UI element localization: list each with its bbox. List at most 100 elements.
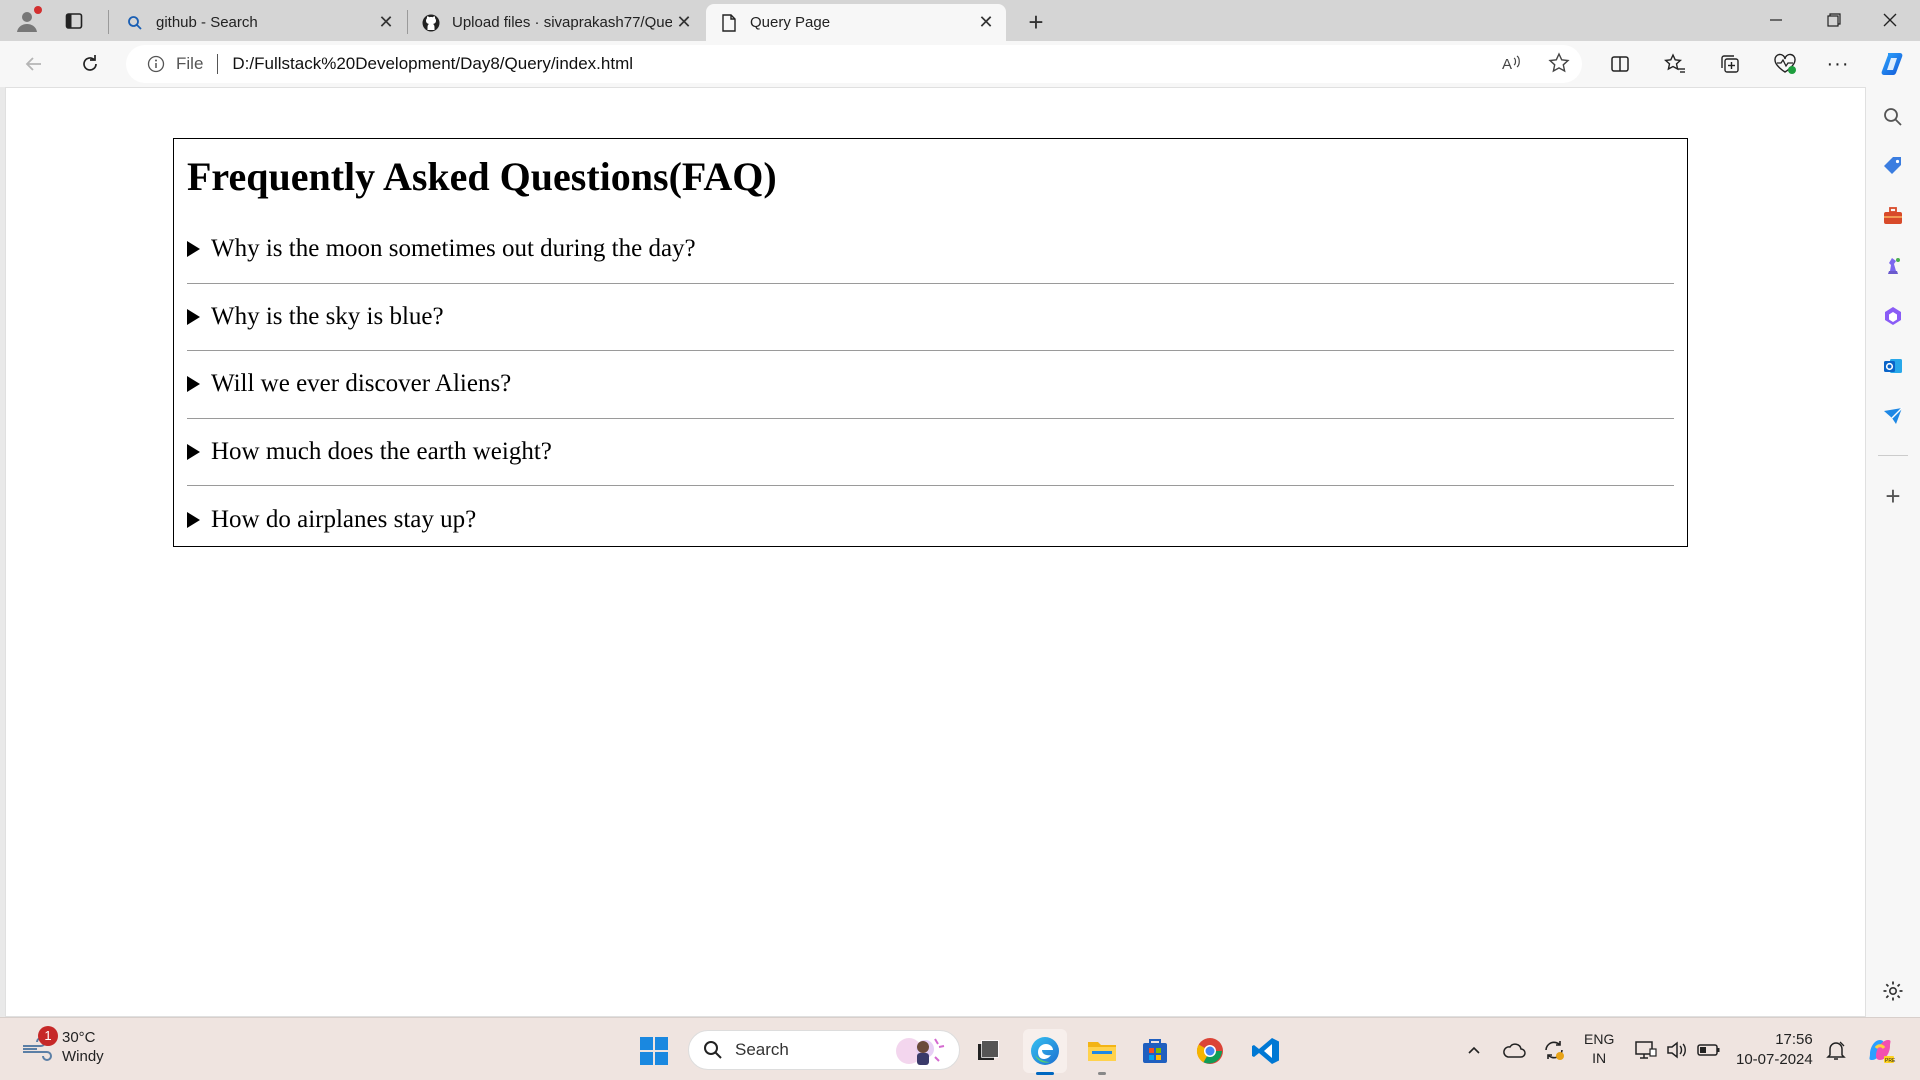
split-screen-button[interactable] bbox=[1604, 48, 1636, 80]
outlook-icon bbox=[1884, 359, 1902, 373]
faq-question[interactable]: How much does the earth weight? bbox=[187, 419, 1674, 486]
windows-taskbar: 1 30°C Windy Search ENG IN 17:56 10-07-2… bbox=[0, 1017, 1920, 1080]
active-app-indicator bbox=[1036, 1072, 1054, 1075]
tab-title: Upload files · sivaprakash77/Que bbox=[452, 14, 672, 31]
faq-question[interactable]: Why is the sky is blue? bbox=[187, 284, 1674, 351]
battery-icon bbox=[1697, 1044, 1720, 1056]
faq-question[interactable]: Will we ever discover Aliens? bbox=[187, 351, 1674, 419]
refresh-button[interactable] bbox=[74, 48, 106, 80]
svg-text:PRE: PRE bbox=[1885, 1058, 1896, 1064]
taskbar-clock[interactable]: 17:56 10-07-2024 bbox=[1736, 1030, 1813, 1070]
url-text[interactable]: D:/Fullstack%20Development/Day8/Query/in… bbox=[232, 54, 633, 74]
show-hidden-icons-button[interactable] bbox=[1462, 1034, 1486, 1066]
taskbar-store[interactable] bbox=[1133, 1029, 1177, 1073]
weather-condition: Windy bbox=[62, 1048, 104, 1065]
sidebar-shopping-button[interactable] bbox=[1879, 152, 1907, 180]
heart-pulse-icon bbox=[1774, 53, 1796, 74]
search-icon bbox=[704, 1041, 722, 1059]
sidebar-outlook-button[interactable] bbox=[1879, 352, 1907, 380]
profile-button[interactable] bbox=[12, 6, 42, 36]
svg-text:A: A bbox=[1502, 56, 1512, 73]
tab-query-page[interactable]: Query Page ✕ bbox=[706, 4, 1006, 41]
info-icon[interactable] bbox=[146, 54, 166, 74]
close-icon[interactable]: ✕ bbox=[974, 11, 998, 35]
region-code: IN bbox=[1592, 1050, 1607, 1066]
monitor-network-icon bbox=[1635, 1041, 1657, 1059]
network-button[interactable] bbox=[1632, 1034, 1660, 1066]
minimize-button[interactable] bbox=[1748, 0, 1804, 40]
plus-icon: + bbox=[1885, 480, 1901, 511]
sidebar-m365-button[interactable] bbox=[1879, 302, 1907, 330]
faq-question[interactable]: How do airplanes stay up? bbox=[187, 486, 1674, 554]
windows-logo-icon bbox=[640, 1037, 668, 1065]
copilot-icon: PRE bbox=[1869, 1040, 1896, 1064]
disclosure-triangle-icon bbox=[187, 443, 200, 460]
taskbar-edge[interactable] bbox=[1023, 1029, 1067, 1073]
sidebar-search-button[interactable] bbox=[1879, 103, 1907, 131]
address-bar[interactable]: File D:/Fullstack%20Development/Day8/Que… bbox=[126, 45, 1582, 83]
sidebar-settings-button[interactable] bbox=[1879, 977, 1907, 1005]
more-icon: ··· bbox=[1826, 52, 1850, 75]
chevron-up-icon bbox=[1468, 1046, 1480, 1054]
sidebar-divider bbox=[1878, 455, 1908, 456]
disclosure-triangle-icon bbox=[187, 308, 200, 325]
language-indicator[interactable]: ENG IN bbox=[1584, 1030, 1614, 1068]
tab-actions-icon bbox=[65, 13, 83, 29]
taskbar-chrome[interactable] bbox=[1188, 1029, 1232, 1073]
sidebar-add-button[interactable]: + bbox=[1879, 480, 1907, 511]
faq-question-text: Will we ever discover Aliens? bbox=[211, 370, 512, 398]
taskbar-search-placeholder: Search bbox=[735, 1040, 789, 1059]
tab-github-search[interactable]: github - Search ✕ bbox=[112, 4, 406, 41]
sidebar-send-button[interactable] bbox=[1879, 402, 1907, 430]
faq-question-text: How much does the earth weight? bbox=[211, 437, 552, 465]
clock-time: 17:56 bbox=[1775, 1031, 1813, 1048]
tab-upload-files[interactable]: Upload files · sivaprakash77/Que ✕ bbox=[408, 4, 704, 41]
notifications-button[interactable] bbox=[1822, 1034, 1850, 1066]
faq-question-text: How do airplanes stay up? bbox=[211, 505, 477, 533]
taskbar-vscode[interactable] bbox=[1244, 1029, 1288, 1073]
vscode-icon bbox=[1252, 1038, 1279, 1064]
tab-title: github - Search bbox=[156, 14, 258, 31]
tab-strip: github - Search ✕ Upload files · sivapra… bbox=[0, 0, 1920, 41]
sync-button[interactable] bbox=[1540, 1034, 1568, 1066]
shopping-tag-icon bbox=[1884, 157, 1901, 174]
close-window-button[interactable] bbox=[1862, 0, 1918, 40]
close-icon[interactable]: ✕ bbox=[672, 11, 696, 35]
collections-button[interactable] bbox=[1714, 48, 1746, 80]
cloud-icon bbox=[1503, 1043, 1526, 1058]
close-icon[interactable]: ✕ bbox=[374, 11, 398, 35]
sidebar-tools-button[interactable] bbox=[1879, 202, 1907, 230]
taskbar-file-explorer[interactable] bbox=[1080, 1029, 1124, 1073]
language-code: ENG bbox=[1584, 1031, 1615, 1047]
minimize-icon bbox=[1770, 19, 1782, 21]
folder-icon bbox=[1088, 1042, 1116, 1061]
volume-button[interactable] bbox=[1662, 1034, 1690, 1066]
favorite-star-icon[interactable] bbox=[1548, 52, 1570, 79]
search-highlight-icon bbox=[896, 1038, 945, 1065]
start-button[interactable] bbox=[632, 1029, 676, 1073]
disclosure-triangle-icon bbox=[187, 511, 200, 528]
search-icon bbox=[126, 14, 144, 32]
tab-actions-button[interactable] bbox=[62, 9, 86, 33]
back-arrow-icon bbox=[25, 57, 41, 71]
restore-button[interactable] bbox=[1806, 0, 1862, 40]
settings-more-button[interactable]: ··· bbox=[1822, 48, 1854, 80]
battery-button[interactable] bbox=[1694, 1034, 1724, 1066]
read-aloud-icon[interactable]: A bbox=[1500, 52, 1522, 79]
address-actions: A bbox=[1500, 52, 1570, 79]
copilot-button[interactable] bbox=[1877, 48, 1909, 80]
copilot-taskbar-button[interactable]: PRE bbox=[1862, 1034, 1898, 1066]
sidebar-games-button[interactable] bbox=[1879, 252, 1907, 280]
taskbar-search[interactable]: Search bbox=[688, 1030, 960, 1070]
close-icon bbox=[1883, 13, 1897, 27]
onedrive-button[interactable] bbox=[1500, 1034, 1528, 1066]
browser-essentials-button[interactable] bbox=[1769, 48, 1801, 80]
search-icon bbox=[1884, 108, 1902, 126]
weather-widget[interactable]: 1 30°C Windy bbox=[20, 1026, 104, 1066]
task-view-button[interactable] bbox=[966, 1029, 1010, 1073]
plus-icon: + bbox=[1028, 6, 1044, 37]
favorites-button[interactable] bbox=[1659, 48, 1691, 80]
back-button[interactable] bbox=[18, 48, 50, 80]
new-tab-button[interactable]: + bbox=[1020, 6, 1052, 38]
faq-question[interactable]: Why is the moon sometimes out during the… bbox=[187, 216, 1674, 284]
